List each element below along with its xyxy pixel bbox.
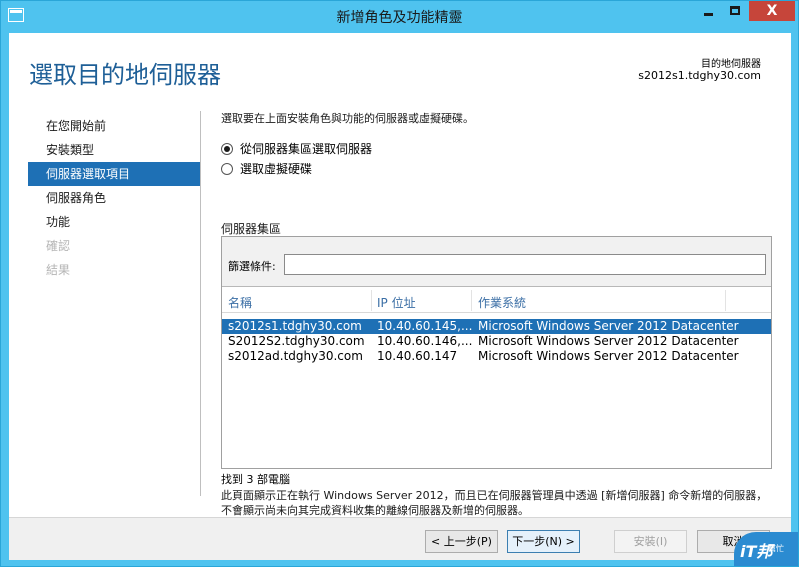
title-bar[interactable]: 新增角色及功能精靈 X xyxy=(1,1,798,33)
server-pool-panel: 篩選條件: 名稱 IP 位址 作業系統 s2012s1.tdghy30.com … xyxy=(221,236,772,469)
server-grid-header: 名稱 IP 位址 作業系統 xyxy=(222,288,771,313)
cell-server-name: s2012s1.tdghy30.com xyxy=(228,319,362,333)
column-header-ip[interactable]: IP 位址 xyxy=(377,294,416,311)
cell-server-name: S2012S2.tdghy30.com xyxy=(228,334,365,348)
cell-ip-address: 10.40.60.147 xyxy=(377,349,458,363)
option-virtual-disk[interactable]: 選取虛擬硬碟 xyxy=(221,160,312,177)
instruction-text: 選取要在上面安裝角色與功能的伺服器或虛擬硬碟。 xyxy=(221,112,474,125)
info-note: 此頁面顯示正在執行 Windows Server 2012，而且已在伺服器管理員… xyxy=(221,489,768,517)
window-title: 新增角色及功能精靈 xyxy=(336,10,463,26)
column-header-os[interactable]: 作業系統 xyxy=(478,294,526,311)
option-server-pool[interactable]: 從伺服器集區選取伺服器 xyxy=(221,140,372,157)
next-button[interactable]: 下一步(N) > xyxy=(507,530,580,553)
maximize-button[interactable] xyxy=(722,1,748,21)
nav-item-server-roles[interactable]: 伺服器角色 xyxy=(28,186,200,210)
option-virtual-disk-label: 選取虛擬硬碟 xyxy=(240,162,313,176)
close-icon: X xyxy=(766,3,778,19)
table-row[interactable]: s2012s1.tdghy30.com 10.40.60.145,... Mic… xyxy=(222,319,771,334)
column-separator[interactable] xyxy=(471,290,472,311)
cell-ip-address: 10.40.60.146,... xyxy=(377,334,473,348)
nav-item-before-you-begin[interactable]: 在您開始前 xyxy=(28,114,200,138)
wizard-client-area: 選取目的地伺服器 目的地伺服器 s2012s1.tdghy30.com 在您開始… xyxy=(9,33,791,560)
install-button: 安裝(I) xyxy=(614,530,687,553)
destination-server-name: s2012s1.tdghy30.com xyxy=(638,69,761,82)
nav-item-results: 結果 xyxy=(46,263,71,277)
filter-input[interactable] xyxy=(284,254,766,275)
minimize-button[interactable] xyxy=(695,1,721,21)
cell-operating-system: Microsoft Windows Server 2012 Datacenter xyxy=(478,319,739,333)
table-row[interactable]: s2012ad.tdghy30.com 10.40.60.147 Microso… xyxy=(222,349,771,364)
column-separator[interactable] xyxy=(371,290,372,311)
wizard-nav: 在您開始前 安裝類型 伺服器選取項目 伺服器角色 功能 確認 結果 xyxy=(28,114,200,282)
server-pool-label: 伺服器集區 xyxy=(221,222,282,236)
radio-server-pool[interactable] xyxy=(221,142,233,155)
wizard-footer: < 上一步(P) 下一步(N) > 安裝(I) 取消 xyxy=(9,517,791,560)
page-title: 選取目的地伺服器 xyxy=(29,61,221,89)
nav-item-installation-type[interactable]: 安裝類型 xyxy=(28,138,200,162)
cell-operating-system: Microsoft Windows Server 2012 Datacenter xyxy=(478,349,739,363)
ithome-watermark-badge: iT邦 幫忙 xyxy=(734,532,798,566)
radio-virtual-disk[interactable] xyxy=(221,162,233,175)
filter-area: 篩選條件: xyxy=(222,237,771,287)
cell-server-name: s2012ad.tdghy30.com xyxy=(228,349,363,363)
main-content: 選取要在上面安裝角色與功能的伺服器或虛擬硬碟。 從伺服器集區選取伺服器 選取虛擬… xyxy=(221,110,776,517)
minimize-icon xyxy=(704,13,713,16)
column-header-name[interactable]: 名稱 xyxy=(228,294,252,311)
nav-item-confirmation: 確認 xyxy=(46,239,71,253)
table-row[interactable]: S2012S2.tdghy30.com 10.40.60.146,... Mic… xyxy=(222,334,771,349)
option-server-pool-label: 從伺服器集區選取伺服器 xyxy=(240,142,373,156)
nav-divider xyxy=(200,111,201,496)
cell-operating-system: Microsoft Windows Server 2012 Datacenter xyxy=(478,334,739,348)
destination-server-label: 目的地伺服器 xyxy=(701,59,761,70)
watermark-subtext: 幫忙 xyxy=(768,544,784,553)
previous-button[interactable]: < 上一步(P) xyxy=(425,530,498,553)
nav-item-server-selection[interactable]: 伺服器選取項目 xyxy=(28,162,200,186)
column-separator[interactable] xyxy=(725,290,726,311)
maximize-icon xyxy=(730,6,740,15)
nav-item-features[interactable]: 功能 xyxy=(28,210,200,234)
cell-ip-address: 10.40.60.145,... xyxy=(377,319,473,333)
filter-label: 篩選條件: xyxy=(228,260,276,273)
wizard-window: 新增角色及功能精靈 X 選取目的地伺服器 目的地伺服器 s2012s1.tdgh… xyxy=(0,0,799,567)
close-button[interactable]: X xyxy=(749,1,795,21)
found-count-text: 找到 3 部電腦 xyxy=(221,473,290,486)
